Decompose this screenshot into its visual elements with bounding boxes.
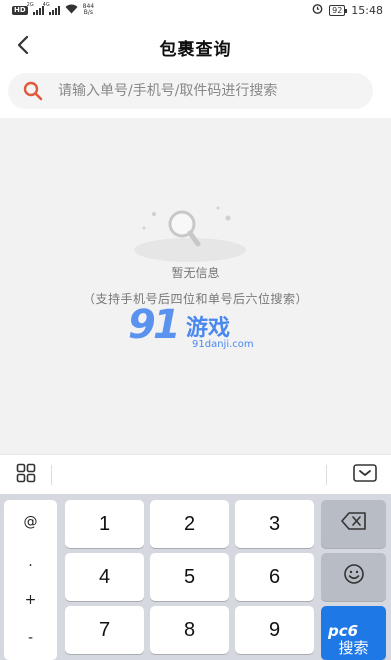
key-7[interactable]: 7: [65, 606, 144, 654]
search-bar[interactable]: [8, 73, 373, 109]
network-type-label: 2G: [26, 1, 34, 8]
alarm-icon: [312, 3, 323, 17]
wifi-icon: [65, 4, 78, 17]
backspace-key[interactable]: [321, 500, 386, 548]
back-button[interactable]: [10, 32, 36, 62]
symbol-key-minus[interactable]: -: [4, 630, 57, 646]
symbol-key-at[interactable]: @: [4, 514, 57, 530]
key-6[interactable]: 6: [235, 553, 314, 601]
emoji-icon: [343, 563, 365, 591]
key-2[interactable]: 2: [150, 500, 229, 548]
status-left: HD 2G 4G 844 B/s: [12, 1, 94, 17]
status-bar: HD 2G 4G 844 B/s 92 15:48: [0, 0, 391, 20]
grid-icon: [16, 463, 36, 487]
key-5[interactable]: 5: [150, 553, 229, 601]
keyboard-hide-icon: [353, 463, 377, 486]
key-1[interactable]: 1: [65, 500, 144, 548]
search-icon: [22, 80, 44, 102]
network-speed: 844 B/s: [83, 4, 94, 16]
keyboard-toolbar: [0, 454, 391, 494]
key-4[interactable]: 4: [65, 553, 144, 601]
search-input[interactable]: [58, 83, 373, 99]
emoji-key[interactable]: [321, 553, 386, 601]
results-area: 暂无信息 （支持手机号后四位和单号后六位搜索） 91 游戏 91danji.co…: [0, 118, 391, 454]
status-time: 15:48: [351, 3, 383, 17]
empty-state-title: 暂无信息: [171, 266, 220, 280]
chevron-left-icon: [16, 35, 30, 59]
backspace-icon: [340, 512, 367, 536]
hd-badge: HD: [12, 5, 28, 15]
watermark-91-number: 91: [128, 302, 181, 348]
watermark-pc6: pc6: [328, 622, 359, 640]
signal-strength-icon-2: 4G: [43, 2, 60, 15]
key-9[interactable]: 9: [235, 606, 314, 654]
header: 包裹查询: [0, 26, 391, 68]
hide-keyboard-button[interactable]: [339, 455, 391, 495]
watermark-91-text: 游戏: [186, 316, 231, 341]
key-8[interactable]: 8: [150, 606, 229, 654]
keyboard-menu-button[interactable]: [0, 455, 52, 495]
page-title: 包裹查询: [159, 39, 232, 60]
battery-indicator: 92: [329, 4, 348, 16]
status-right: 92 15:48: [312, 3, 383, 17]
key-3[interactable]: 3: [235, 500, 314, 548]
watermark-91-url: 91danji.com: [192, 339, 254, 350]
network-speed-unit: B/s: [83, 9, 94, 16]
symbol-key-dot[interactable]: .: [4, 554, 57, 570]
watermark-91youxi: 91 游戏 91danji.com: [128, 302, 268, 358]
symbol-key-plus[interactable]: +: [4, 592, 57, 608]
toolbar-divider-right: [326, 465, 327, 485]
toolbar-divider-left: [51, 465, 52, 485]
symbol-column: @ . + -: [4, 500, 57, 660]
network-type-label-2: 4G: [42, 1, 50, 8]
